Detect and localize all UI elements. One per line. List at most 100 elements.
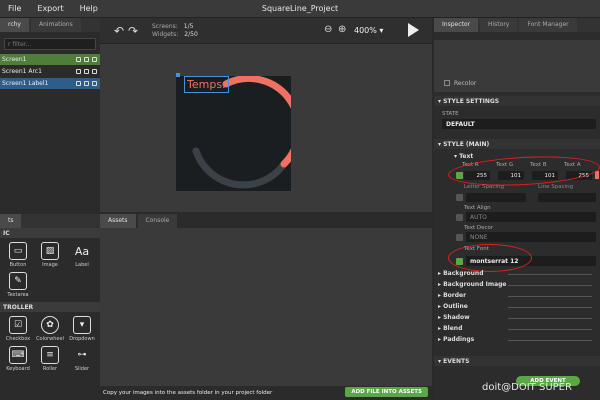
line-spacing-input[interactable] (538, 193, 596, 202)
play-icon[interactable] (408, 23, 419, 37)
zoom-level[interactable]: 400% ▾ (354, 26, 383, 35)
letter-spacing-input[interactable] (466, 193, 526, 202)
text-align-select[interactable]: AUTO (466, 212, 596, 222)
text-header: Text (459, 153, 474, 160)
section-background[interactable]: ▸ Background (438, 270, 596, 277)
text-section-label[interactable]: ▾ Text (454, 153, 473, 160)
state-label: STATE (442, 111, 459, 117)
menubar: File Export Help SquareLine_Project (0, 0, 600, 18)
redo-icon[interactable]: ↷ (128, 24, 138, 38)
inspector-tabs: Inspector History Font Manager (434, 18, 600, 32)
delete-icon[interactable] (76, 81, 81, 86)
tab-animations[interactable]: Animations (31, 18, 81, 32)
widget-keyboard[interactable]: ⌨ Keyboard (2, 346, 34, 372)
tab-console[interactable]: Console (137, 214, 178, 228)
widget-dropdown[interactable]: ▾ Dropdown (66, 316, 98, 342)
basic-widget-grid: ▭ Button ▨ Image Aa Label ✎ Textarea (0, 238, 100, 302)
textarea-icon: ✎ (9, 272, 27, 290)
temps-label[interactable]: Temps. (184, 76, 229, 93)
section-label: Border (443, 292, 467, 299)
menu-file[interactable]: File (0, 4, 29, 13)
tree-item-actions (76, 81, 100, 86)
widget-colorwheel[interactable]: ✿ Colorwheel (34, 316, 66, 342)
tab-widgets[interactable]: ts (0, 214, 22, 228)
widget-button[interactable]: ▭ Button (2, 242, 34, 268)
zoom-in-icon[interactable]: ⊕ (338, 24, 346, 35)
state-select[interactable]: DEFAULT (442, 119, 596, 129)
controller-section-header[interactable]: TROLLER (0, 302, 100, 312)
assets-hint: Copy your images into the assets folder … (103, 390, 273, 396)
zoom-out-icon[interactable]: ⊖ (324, 24, 332, 35)
selection-handle[interactable] (176, 73, 180, 77)
section-background-image[interactable]: ▸ Background Image (438, 281, 596, 288)
section-blend[interactable]: ▸ Blend (438, 325, 596, 332)
tree-item-label: Screen1 Arc1 (2, 68, 42, 75)
assets-content[interactable] (100, 228, 432, 386)
section-label: Outline (443, 303, 468, 310)
widget-roller[interactable]: ≡ Roller (34, 346, 66, 372)
design-canvas[interactable]: Temps. (100, 44, 432, 212)
letter-spacing-checkbox[interactable] (456, 194, 463, 201)
hierarchy-search-input[interactable]: r filter... (4, 38, 96, 50)
events-header[interactable]: ▾ EVENTS (434, 356, 600, 366)
text-decor-label: Text Decor (464, 225, 494, 231)
widgets-panel: ts IC ▭ Button ▨ Image Aa Label ✎ Textarea T… (0, 214, 100, 400)
style-main-header[interactable]: ▾ STYLE (MAIN) (434, 139, 600, 149)
section-outline[interactable]: ▸ Outline (438, 303, 596, 310)
screen-preview[interactable]: Temps. (176, 73, 291, 191)
widget-image[interactable]: ▨ Image (34, 242, 66, 268)
tab-font-manager[interactable]: Font Manager (519, 18, 577, 32)
widgets-label: Widgets: (152, 31, 179, 38)
widget-label: Image (42, 262, 58, 268)
tree-item-arc1[interactable]: Screen1 Arc1 (0, 66, 100, 77)
recolor-checkbox[interactable] (444, 80, 450, 86)
section-border[interactable]: ▸ Border (438, 292, 596, 299)
text-decor-select[interactable]: NONE (466, 232, 596, 242)
letter-spacing-label: Letter Spacing (464, 184, 504, 190)
tree-item-screen1[interactable]: Screen1 (0, 54, 100, 65)
colorwheel-icon: ✿ (41, 316, 59, 334)
widget-label: Label (75, 262, 89, 268)
delete-icon[interactable] (76, 57, 81, 62)
basic-section-header[interactable]: IC (0, 228, 100, 238)
tree-item-actions (76, 57, 100, 62)
lock-icon[interactable] (92, 81, 97, 86)
section-paddings[interactable]: ▸ Paddings (438, 336, 596, 343)
arc-track (192, 147, 288, 189)
tab-inspector[interactable]: Inspector (434, 18, 478, 32)
text-decor-checkbox[interactable] (456, 234, 463, 241)
project-stats: Screens: 1/5 Widgets: 2/50 (152, 23, 198, 39)
tab-hierarchy[interactable]: rchy (0, 18, 29, 32)
duplicate-icon[interactable] (84, 57, 89, 62)
tab-assets[interactable]: Assets (100, 214, 136, 228)
add-file-button[interactable]: ADD FILE INTO ASSETS (345, 387, 428, 397)
tree-item-label1[interactable]: Screen1 Label1 (0, 78, 100, 89)
text-color-swatch[interactable] (595, 171, 599, 179)
assets-panel: Assets Console Copy your images into the… (100, 214, 432, 400)
widget-label: Textarea (7, 292, 29, 298)
style-settings-header[interactable]: ▾ STYLE SETTINGS (434, 96, 600, 106)
section-label: Background Image (443, 281, 507, 288)
widget-slider[interactable]: ⊶ Slider (66, 346, 98, 372)
section-label: Paddings (443, 336, 475, 343)
delete-icon[interactable] (76, 69, 81, 74)
widgets-value: 2/50 (184, 31, 198, 38)
undo-icon[interactable]: ↶ (114, 24, 124, 38)
arc-widget[interactable] (176, 76, 291, 191)
lock-icon[interactable] (92, 69, 97, 74)
eye-icon[interactable] (84, 81, 89, 86)
text-align-checkbox[interactable] (456, 214, 463, 221)
menu-help[interactable]: Help (72, 4, 106, 13)
tab-history[interactable]: History (480, 18, 518, 32)
keyboard-icon: ⌨ (9, 346, 27, 364)
widget-label: Keyboard (6, 366, 30, 372)
widget-checkbox[interactable]: ☑ Checkbox (2, 316, 34, 342)
widget-label-item[interactable]: Aa Label (66, 242, 98, 269)
widget-textarea[interactable]: ✎ Textarea (2, 272, 34, 298)
lock-icon[interactable] (92, 57, 97, 62)
eye-icon[interactable] (84, 69, 89, 74)
menu-export[interactable]: Export (29, 4, 71, 13)
tree-item-label: Screen1 (2, 56, 27, 63)
section-shadow[interactable]: ▸ Shadow (438, 314, 596, 321)
tree-item-actions (76, 69, 100, 74)
